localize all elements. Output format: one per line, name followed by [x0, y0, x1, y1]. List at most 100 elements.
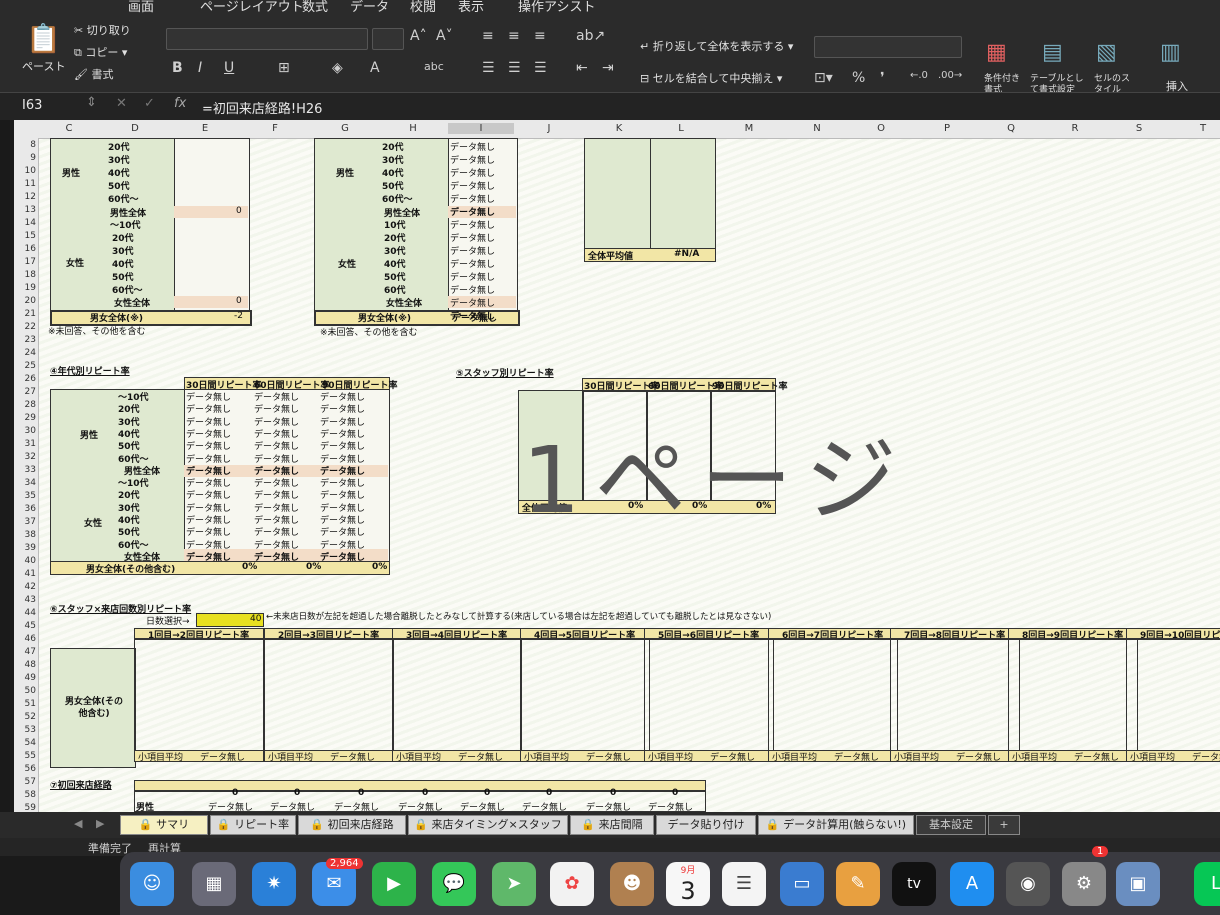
orientation-icon[interactable]: ab↗: [576, 28, 605, 44]
contacts-icon[interactable]: ☻: [610, 862, 654, 906]
paste-icon[interactable]: 📋: [26, 22, 61, 55]
row-number[interactable]: 59: [14, 803, 36, 812]
row-number[interactable]: 20: [14, 296, 36, 306]
row-number[interactable]: 37: [14, 517, 36, 527]
maps-icon[interactable]: ➤: [492, 862, 536, 906]
conditional-format-icon[interactable]: ▦: [986, 40, 1007, 65]
row-number[interactable]: 29: [14, 413, 36, 423]
line-icon[interactable]: L: [1194, 862, 1220, 906]
row-number[interactable]: 17: [14, 257, 36, 267]
row-number[interactable]: 36: [14, 504, 36, 514]
row-number[interactable]: 30: [14, 426, 36, 436]
col-header[interactable]: M: [734, 123, 764, 134]
align-right-icon[interactable]: ☰: [534, 60, 547, 76]
row-number[interactable]: 22: [14, 322, 36, 332]
row-number[interactable]: 31: [14, 439, 36, 449]
col-header[interactable]: R: [1060, 123, 1090, 134]
row-number[interactable]: 41: [14, 569, 36, 579]
name-box-stepper-icon[interactable]: ⇕: [86, 95, 97, 110]
row-number[interactable]: 24: [14, 348, 36, 358]
pages-icon[interactable]: ✎: [836, 862, 880, 906]
row-number[interactable]: 44: [14, 608, 36, 618]
align-center-icon[interactable]: ☰: [508, 60, 521, 76]
wrap-text-button[interactable]: ↵ 折り返して全体を表示する ▾: [640, 38, 793, 54]
row-number[interactable]: 35: [14, 491, 36, 501]
row-number[interactable]: 23: [14, 335, 36, 345]
messages-icon[interactable]: 💬: [432, 862, 476, 906]
copy-button[interactable]: ⧉ コピー ▾: [74, 44, 127, 60]
italic-icon[interactable]: I: [198, 60, 202, 76]
cell-style-icon[interactable]: ▧: [1096, 40, 1117, 65]
row-number[interactable]: 10: [14, 166, 36, 176]
col-header[interactable]: F: [260, 123, 290, 134]
col-header[interactable]: J: [534, 123, 564, 134]
col-header[interactable]: H: [398, 123, 428, 134]
launchpad-icon[interactable]: ▦: [192, 862, 236, 906]
formula-input[interactable]: =初回来店経路!H26: [202, 98, 322, 117]
facetime-icon[interactable]: ▶: [372, 862, 416, 906]
tab-data-paste[interactable]: データ貼り付け: [656, 815, 756, 835]
row-number[interactable]: 25: [14, 361, 36, 371]
row-number[interactable]: 26: [14, 374, 36, 384]
indent-increase-icon[interactable]: ⇥: [602, 60, 614, 76]
phonetic-icon[interactable]: abc: [424, 60, 444, 73]
format-painter-button[interactable]: 🖌 書式: [74, 66, 113, 82]
insert-icon[interactable]: ▥: [1160, 40, 1181, 65]
row-number[interactable]: 42: [14, 582, 36, 592]
align-top-icon[interactable]: ≡: [482, 28, 494, 44]
align-middle-icon[interactable]: ≡: [508, 28, 520, 44]
col-header[interactable]: N: [802, 123, 832, 134]
preview-icon[interactable]: ▣: [1116, 862, 1160, 906]
row-number[interactable]: 28: [14, 400, 36, 410]
reminders-icon[interactable]: ☰: [722, 862, 766, 906]
row-number[interactable]: 32: [14, 452, 36, 462]
row-number[interactable]: 47: [14, 647, 36, 657]
row-number[interactable]: 49: [14, 673, 36, 683]
row-number[interactable]: 9: [14, 153, 36, 163]
row-number[interactable]: 19: [14, 283, 36, 293]
font-color-icon[interactable]: A: [370, 60, 380, 76]
align-bottom-icon[interactable]: ≡: [534, 28, 546, 44]
col-header[interactable]: Q: [996, 123, 1026, 134]
fill-color-icon[interactable]: ◈: [332, 60, 343, 76]
row-number[interactable]: 13: [14, 205, 36, 215]
col-header[interactable]: T: [1188, 123, 1218, 134]
row-number[interactable]: 11: [14, 179, 36, 189]
row-number[interactable]: 50: [14, 686, 36, 696]
tab-scroll-left-icon[interactable]: ◀: [74, 817, 82, 830]
tab-summary[interactable]: 🔒 サマリ: [120, 815, 208, 835]
menu-item[interactable]: 数式: [302, 0, 328, 15]
col-header[interactable]: C: [54, 123, 84, 134]
merge-center-button[interactable]: ⊟ セルを結合して中央揃え ▾: [640, 70, 782, 86]
indent-decrease-icon[interactable]: ⇤: [576, 60, 588, 76]
tab-basic-settings[interactable]: 基本設定: [916, 815, 986, 835]
row-number[interactable]: 15: [14, 231, 36, 241]
app-store-icon[interactable]: A: [950, 862, 994, 906]
row-number[interactable]: 54: [14, 738, 36, 748]
decimal-increase-icon[interactable]: ←.0: [910, 70, 928, 81]
row-number[interactable]: 56: [14, 764, 36, 774]
cut-button[interactable]: ✂ 切り取り: [74, 22, 131, 38]
row-number[interactable]: 46: [14, 634, 36, 644]
row-number[interactable]: 8: [14, 140, 36, 150]
menu-item[interactable]: 操作アシスト: [518, 0, 595, 15]
fx-icon[interactable]: fx: [174, 96, 186, 111]
system-settings-icon[interactable]: ⚙: [1062, 862, 1106, 906]
underline-icon[interactable]: U: [224, 60, 234, 76]
finder-icon[interactable]: ☺: [130, 862, 174, 906]
font-size-select[interactable]: [372, 28, 404, 50]
add-sheet-button[interactable]: +: [988, 815, 1020, 835]
tab-first-visit-route[interactable]: 🔒 初回来店経路: [298, 815, 406, 835]
spreadsheet-grid[interactable]: C D E F G H I J K L M N O P Q R S T 8 9 10…: [14, 120, 1220, 812]
row-number[interactable]: 14: [14, 218, 36, 228]
col-header-selected[interactable]: I: [448, 123, 514, 134]
col-header[interactable]: E: [190, 123, 220, 134]
row-number[interactable]: 12: [14, 192, 36, 202]
row-number[interactable]: 16: [14, 244, 36, 254]
confirm-icon[interactable]: ✓: [144, 96, 155, 111]
row-number[interactable]: 40: [14, 556, 36, 566]
paste-button[interactable]: ペースト: [22, 58, 65, 74]
photos-icon[interactable]: ✿: [550, 862, 594, 906]
table-format-icon[interactable]: ▤: [1042, 40, 1063, 65]
row-number[interactable]: 39: [14, 543, 36, 553]
